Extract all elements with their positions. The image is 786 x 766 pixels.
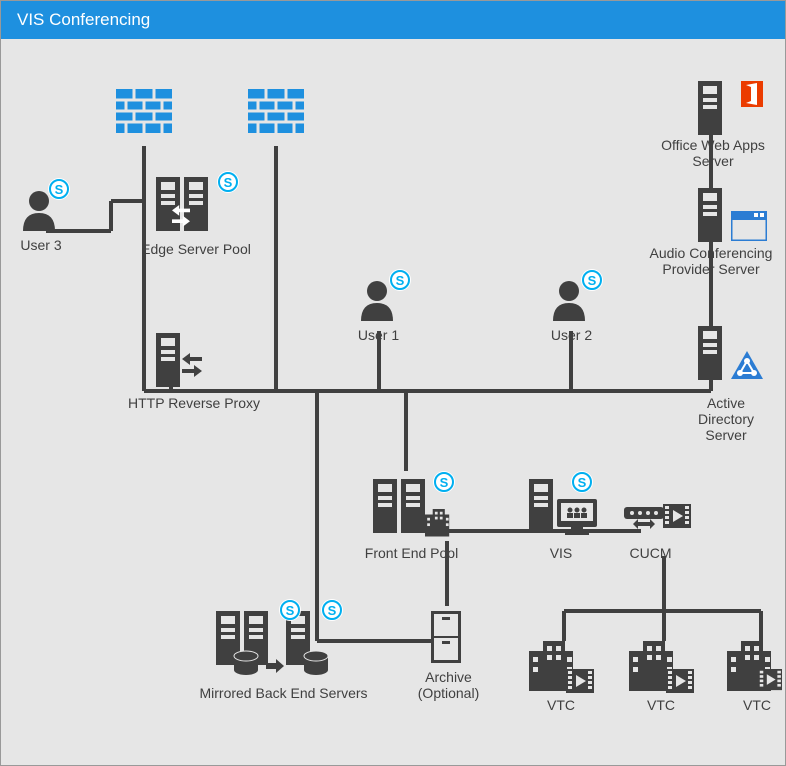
front-end-label: Front End Pool — [359, 545, 464, 561]
cabinet-icon — [431, 611, 461, 668]
mirrored-label: Mirrored Back End Servers — [191, 685, 376, 701]
film-icon — [663, 504, 691, 533]
vtc1-label: VTC — [541, 697, 581, 713]
skype-icon — [48, 178, 70, 205]
user1-label: User 1 — [351, 327, 406, 343]
user2-label: User 2 — [544, 327, 599, 343]
server-icon — [156, 333, 210, 396]
http-proxy-label: HTTP Reverse Proxy — [119, 395, 269, 411]
user3-label: User 3 — [16, 237, 66, 253]
vtc3-label: VTC — [737, 697, 777, 713]
server-icon — [698, 326, 722, 385]
film-icon — [758, 669, 782, 696]
owa-label: Office Web Apps Server — [653, 137, 773, 169]
film-icon — [666, 669, 694, 698]
vis-label: VIS — [541, 545, 581, 561]
skype-icon — [581, 269, 603, 296]
server-icon — [698, 81, 722, 140]
edge-pool-label: Edge Server Pool — [131, 241, 261, 257]
skype-icon — [217, 171, 239, 198]
server-icon — [529, 479, 553, 538]
skype-icon — [389, 269, 411, 296]
skype-icon — [279, 599, 301, 626]
skype-icon — [571, 471, 593, 498]
skype-icon — [321, 599, 343, 626]
arrows-icon — [633, 519, 655, 542]
firewall-icon — [116, 89, 172, 138]
film-icon — [566, 669, 594, 698]
window-icon — [731, 211, 767, 246]
firewall-icon — [248, 89, 304, 138]
monitor-icon — [557, 499, 597, 540]
office-icon — [741, 81, 763, 112]
ads-label: Active Directory Server — [686, 395, 766, 443]
vtc2-label: VTC — [641, 697, 681, 713]
ad-icon — [731, 351, 763, 384]
acp-label: Audio Conferencing Provider Server — [641, 245, 781, 277]
cucm-label: CUCM — [623, 545, 678, 561]
server-icon — [698, 188, 722, 247]
skype-icon — [433, 471, 455, 498]
server-pair-icon — [216, 611, 336, 686]
archive-label: Archive (Optional) — [411, 669, 486, 701]
